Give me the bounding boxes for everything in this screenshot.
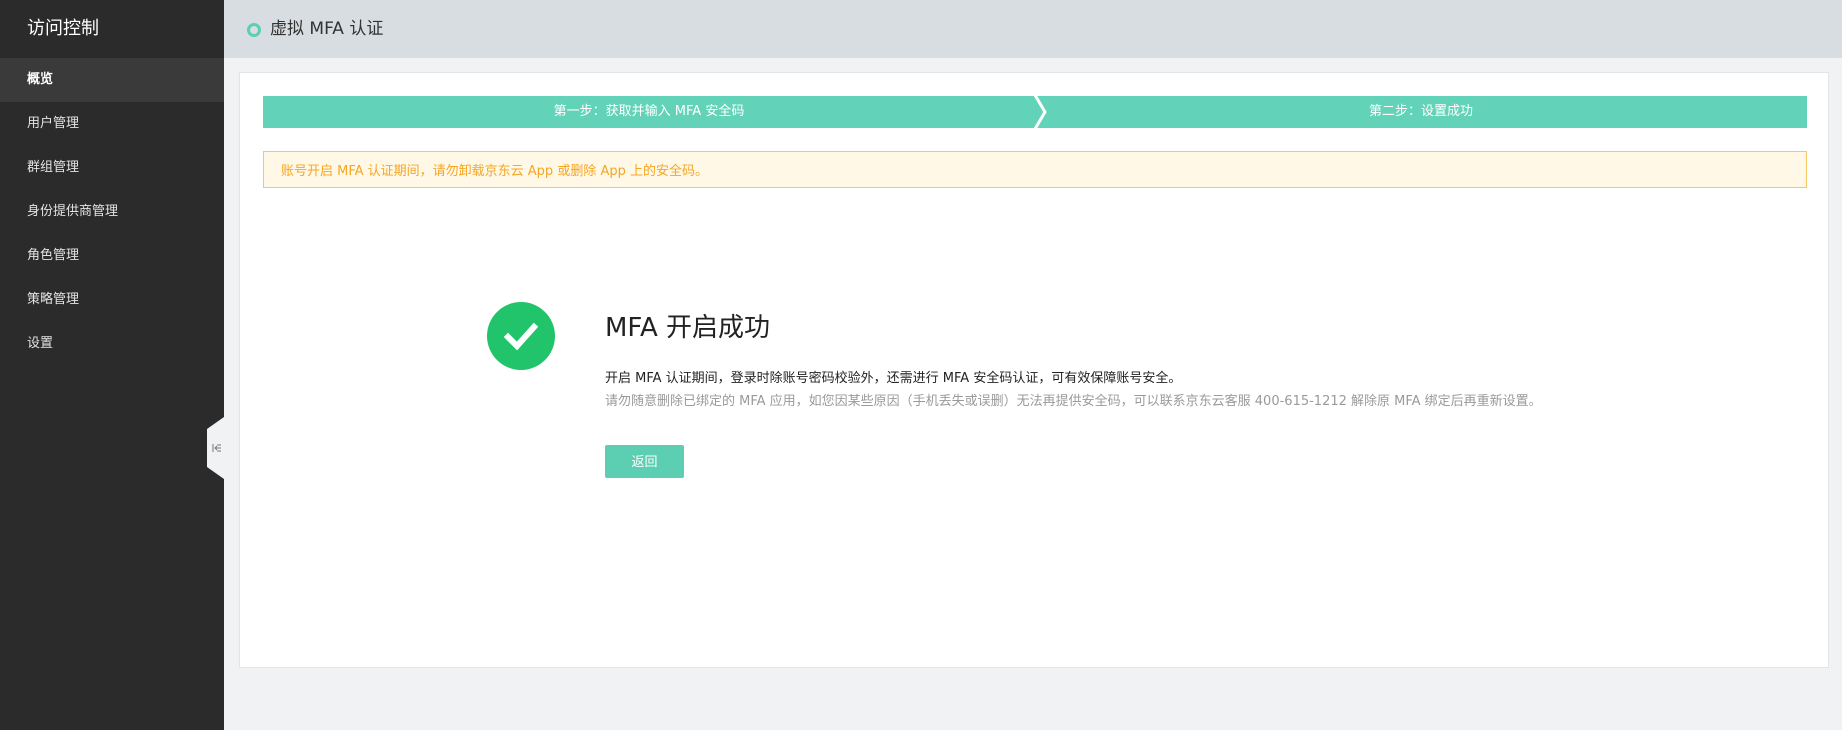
- page-header: 虚拟 MFA 认证: [224, 0, 1842, 58]
- check-circle-icon: [487, 302, 555, 370]
- sidebar-item-users[interactable]: 用户管理: [0, 102, 224, 146]
- back-button[interactable]: 返回: [605, 445, 684, 478]
- content-card: 第一步：获取并输入 MFA 安全码 第二步：设置成功 账号开启 MFA 认证期间…: [239, 72, 1829, 668]
- result-title: MFA 开启成功: [605, 313, 771, 343]
- circle-icon: [247, 23, 261, 37]
- collapse-left-icon: [212, 444, 221, 452]
- warning-text: 账号开启 MFA 认证期间，请勿卸载京东云 App 或删除 App 上的安全码。: [281, 164, 708, 179]
- warning-alert: 账号开启 MFA 认证期间，请勿卸载京东云 App 或删除 App 上的安全码。: [263, 151, 1807, 188]
- sidebar-item-groups[interactable]: 群组管理: [0, 146, 224, 190]
- result-note: 请勿随意删除已绑定的 MFA 应用，如您因某些原因（手机丢失或误删）无法再提供安…: [605, 394, 1542, 409]
- result-description: 开启 MFA 认证期间，登录时除账号密码校验外，还需进行 MFA 安全码认证，可…: [605, 371, 1182, 386]
- sidebar-item-roles[interactable]: 角色管理: [0, 234, 224, 278]
- step-separator-chevron: [1033, 96, 1047, 128]
- sidebar-item-policies[interactable]: 策略管理: [0, 278, 224, 322]
- sidebar-item-overview[interactable]: 概览: [0, 58, 224, 102]
- step-progress-bar: 第一步：获取并输入 MFA 安全码 第二步：设置成功: [263, 96, 1807, 128]
- sidebar-item-identity-providers[interactable]: 身份提供商管理: [0, 190, 224, 234]
- step-1: 第一步：获取并输入 MFA 安全码: [553, 104, 745, 119]
- step-2: 第二步：设置成功: [1368, 104, 1473, 119]
- sidebar-item-settings[interactable]: 设置: [0, 322, 224, 366]
- sidebar-title: 访问控制: [27, 18, 99, 39]
- sidebar: 访问控制 概览 用户管理 群组管理 身份提供商管理 角色管理 策略管理 设置: [0, 0, 224, 730]
- page-title: 虚拟 MFA 认证: [270, 19, 384, 39]
